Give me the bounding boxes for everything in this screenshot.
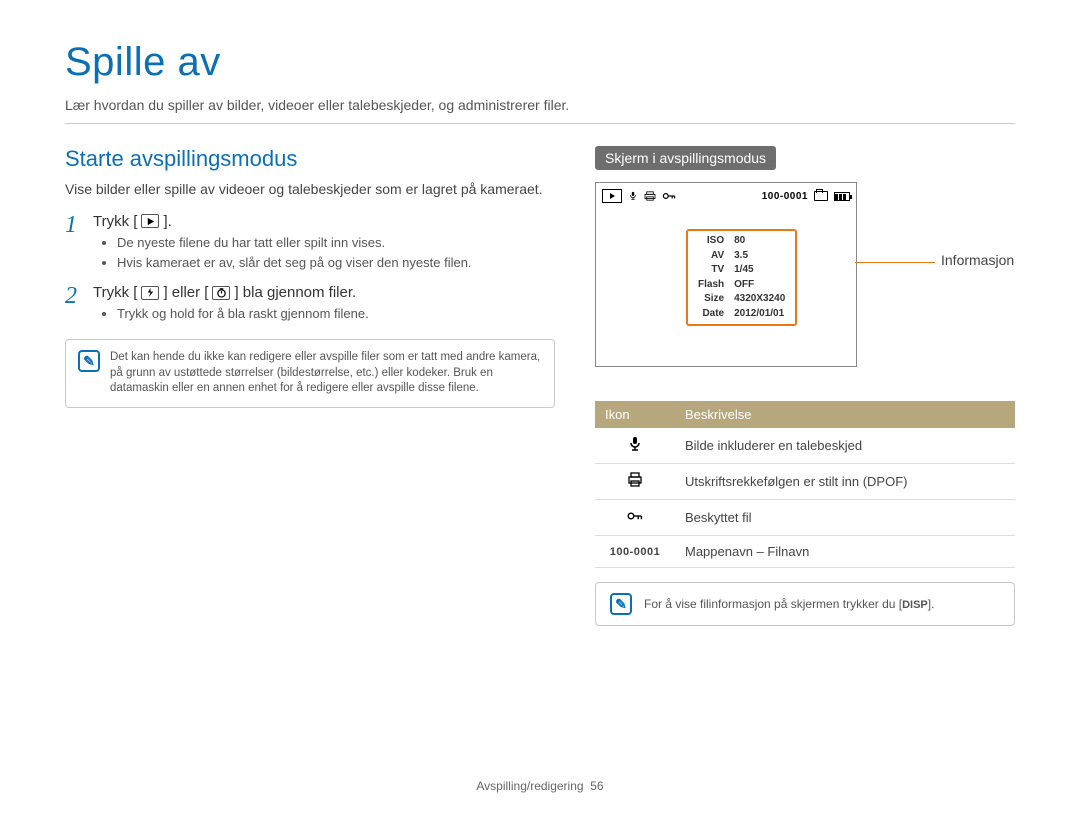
- note-box: ✎ Det kan hende du ikke kan redigere ell…: [65, 339, 555, 408]
- section-title: Starte avspillingsmodus: [65, 146, 555, 172]
- info-v-flash: OFF: [730, 279, 789, 292]
- info-k-date: Date: [694, 308, 728, 321]
- row-desc: Utskriftsrekkefølgen er stilt inn (DPOF): [675, 464, 1015, 500]
- step2-before: Trykk [: [93, 284, 137, 301]
- info-v-size: 4320X3240: [730, 293, 789, 306]
- step-1: 1 Trykk [ ]. De nyeste filene du har tat…: [65, 213, 555, 274]
- info-v-date: 2012/01/01: [730, 308, 789, 321]
- row-desc: Beskyttet fil: [675, 500, 1015, 536]
- tip-after: ].: [928, 597, 935, 611]
- info-k-iso: ISO: [694, 235, 728, 248]
- key-icon: [662, 192, 676, 200]
- step1-bullet-2: Hvis kameraet er av, slår det seg på og …: [117, 254, 555, 272]
- info-k-av: AV: [694, 250, 728, 263]
- printer-icon: [644, 191, 656, 201]
- step1-after: ].: [163, 213, 171, 230]
- info-v-iso: 80: [730, 235, 789, 248]
- row-desc: Mappenavn – Filnavn: [675, 536, 1015, 568]
- screen-badge: Skjerm i avspillingsmodus: [595, 146, 776, 170]
- note-text: Det kan hende du ikke kan redigere eller…: [110, 350, 542, 397]
- right-column: Skjerm i avspillingsmodus 100-0001 ISO80: [595, 146, 1015, 626]
- info-panel: ISO80 AV3.5 TV1/45 FlashOFF Size4320X324…: [686, 229, 797, 326]
- camera-top-bar: 100-0001: [602, 189, 850, 203]
- info-v-tv: 1/45: [730, 264, 789, 277]
- folder-icon: [814, 191, 828, 201]
- disp-button-label: DISP: [902, 599, 928, 611]
- step-number: 2: [65, 284, 83, 325]
- row-desc: Bilde inkluderer en talebeskjed: [675, 428, 1015, 464]
- table-row: Bilde inkluderer en talebeskjed: [595, 428, 1015, 464]
- step2-after: ] bla gjennom filer.: [234, 284, 356, 301]
- info-k-flash: Flash: [694, 279, 728, 292]
- info-v-av: 3.5: [730, 250, 789, 263]
- tip-box: ✎ For å vise filinformasjon på skjermen …: [595, 582, 1015, 626]
- step1-before: Trykk [: [93, 213, 137, 230]
- page-footer: Avspilling/redigering 56: [0, 779, 1080, 793]
- printer-icon: [627, 472, 643, 488]
- mic-icon: [628, 191, 638, 201]
- left-column: Starte avspillingsmodus Vise bilder elle…: [65, 146, 555, 626]
- callout-label: Informasjon: [941, 252, 1014, 268]
- table-row: Utskriftsrekkefølgen er stilt inn (DPOF): [595, 464, 1015, 500]
- footer-page-number: 56: [590, 779, 603, 793]
- th-icon: Ikon: [595, 401, 675, 428]
- table-row: Beskyttet fil: [595, 500, 1015, 536]
- step-2: 2 Trykk [ ] eller [ ] bla gjennom filer.…: [65, 284, 555, 325]
- page-subtitle: Lær hvordan du spiller av bilder, videoe…: [65, 97, 1015, 124]
- file-number-icon: 100-0001: [595, 536, 675, 568]
- footer-section: Avspilling/redigering: [476, 779, 583, 793]
- section-body: Vise bilder eller spille av videoer og t…: [65, 180, 555, 199]
- play-indicator-icon: [602, 189, 622, 203]
- camera-screen: 100-0001 ISO80 AV3.5 TV1/45 FlashOFF Siz…: [595, 182, 857, 367]
- info-k-size: Size: [694, 293, 728, 306]
- page-title: Spille av: [65, 40, 1015, 85]
- flash-icon: [141, 286, 159, 300]
- step1-bullet-1: De nyeste filene du har tatt eller spilt…: [117, 234, 555, 252]
- step-number: 1: [65, 213, 83, 274]
- info-k-tv: TV: [694, 264, 728, 277]
- note-icon: ✎: [78, 350, 100, 372]
- key-icon: [627, 508, 643, 524]
- mic-icon: [627, 436, 643, 452]
- th-desc: Beskrivelse: [675, 401, 1015, 428]
- tip-before: For å vise filinformasjon på skjermen tr…: [644, 597, 902, 611]
- battery-icon: [834, 192, 850, 201]
- camera-screen-area: 100-0001 ISO80 AV3.5 TV1/45 FlashOFF Siz…: [595, 182, 945, 367]
- callout-line: [855, 262, 935, 263]
- step2-sub: Trykk og hold for å bla raskt gjennom fi…: [117, 305, 555, 323]
- file-number-indicator: 100-0001: [762, 191, 808, 202]
- step2-mid: ] eller [: [163, 284, 208, 301]
- table-row: 100-0001 Mappenavn – Filnavn: [595, 536, 1015, 568]
- timer-icon: [212, 286, 230, 300]
- icon-description-table: Ikon Beskrivelse Bilde inkluderer en tal…: [595, 401, 1015, 568]
- tip-icon: ✎: [610, 593, 632, 615]
- play-button-icon: [141, 214, 159, 228]
